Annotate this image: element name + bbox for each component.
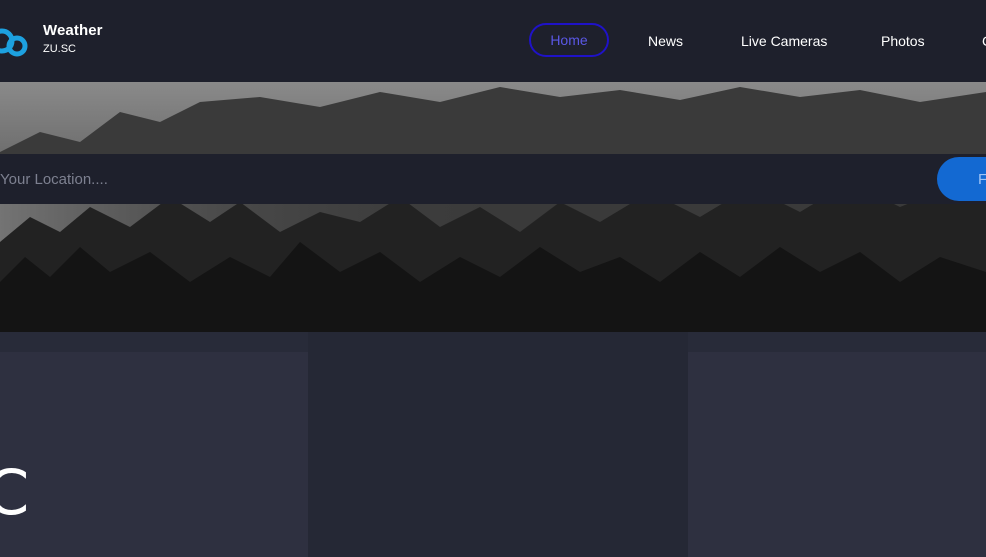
nav-photos[interactable]: Photos [881,33,925,49]
nav-contact[interactable]: C [982,33,986,49]
brand-subtitle: ZU.SC [43,43,76,55]
location-search-input[interactable] [0,154,930,204]
current-temperature: C [0,456,30,529]
cloud-logo-icon[interactable] [0,22,30,60]
current-weather-panel-header [0,332,308,352]
hero-forest-image [0,82,986,332]
site-header: Weather ZU.SC Home News Live Cameras Pho… [0,0,986,82]
forecast-panel-right [688,332,986,557]
forest-background [0,82,986,332]
location-search-bar: F [0,154,986,204]
find-button[interactable]: F [937,157,986,201]
nav-live-cameras[interactable]: Live Cameras [741,33,827,49]
nav-home[interactable]: Home [529,23,609,57]
forecast-panel-right-header [688,332,986,352]
nav-news[interactable]: News [648,33,683,49]
forecast-panel [308,332,688,557]
current-weather-panel: C [0,332,308,557]
brand-title[interactable]: Weather [43,22,103,39]
